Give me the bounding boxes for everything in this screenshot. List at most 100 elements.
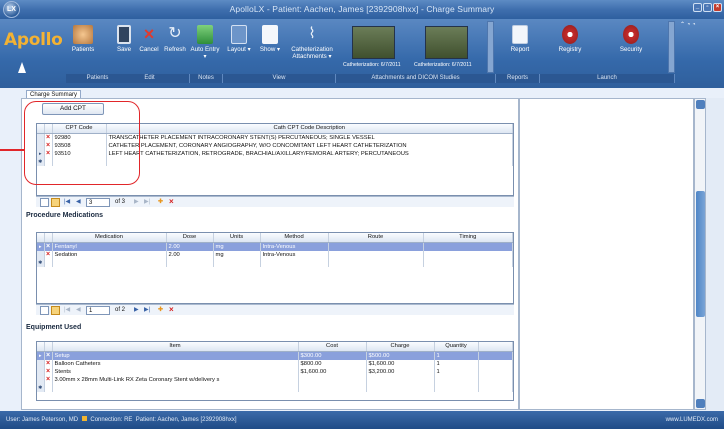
column-item[interactable]: Item — [52, 342, 299, 352]
dose-cell[interactable]: 2.00 — [166, 242, 214, 251]
new-row[interactable]: ✱ — [37, 258, 513, 267]
show-button[interactable]: Show ▾ — [254, 25, 286, 53]
column-route[interactable]: Route — [328, 233, 424, 243]
next-page-icon[interactable]: ▶ — [134, 198, 139, 207]
column-cpt-description[interactable]: Cath CPT Code Description — [106, 124, 513, 134]
medication-cell[interactable]: Fentanyl — [52, 242, 167, 251]
dose-cell[interactable]: 2.00 — [166, 250, 214, 259]
delete-row-icon[interactable]: × — [44, 367, 53, 376]
route-cell[interactable] — [328, 242, 424, 251]
column-cost[interactable]: Cost — [298, 342, 367, 352]
study-thumbnail-2[interactable] — [425, 26, 468, 59]
charge-cell[interactable]: $1,600.00 — [366, 359, 435, 368]
delete-record-icon[interactable]: × — [169, 197, 174, 206]
cost-cell[interactable] — [298, 375, 367, 384]
report-button[interactable]: Report — [503, 25, 537, 53]
save-button[interactable]: Save — [111, 25, 137, 53]
column-quantity[interactable]: Quantity — [434, 342, 479, 352]
study-thumbnail-1[interactable] — [352, 26, 395, 59]
study-label-2[interactable]: Catheterization: 6/7/2011 — [414, 62, 472, 68]
page-number-input[interactable]: 1 — [86, 306, 110, 315]
quantity-cell[interactable]: 1 — [434, 351, 479, 360]
delete-row-icon[interactable]: × — [44, 375, 53, 384]
page-number-input[interactable]: 3 — [86, 198, 110, 207]
security-button[interactable]: Security — [612, 25, 650, 53]
charge-cell[interactable]: $500.00 — [366, 351, 435, 360]
prev-page-icon[interactable]: ◀ — [76, 198, 81, 207]
delete-row-icon[interactable]: × — [44, 250, 53, 259]
cost-cell[interactable]: $1,600.00 — [298, 367, 367, 376]
item-cell[interactable]: 3.00mm x 28mm Multi-Link RX Zeta Coronar… — [52, 375, 299, 384]
column-dose[interactable]: Dose — [166, 233, 214, 243]
table-row[interactable]: ▸ × Setup $300.00 $500.00 1 — [37, 351, 513, 360]
last-page-icon[interactable]: ▶| — [144, 198, 150, 207]
route-cell[interactable] — [328, 250, 424, 259]
table-row[interactable]: × 3.00mm x 28mm Multi-Link RX Zeta Coron… — [37, 375, 513, 384]
item-cell[interactable]: Balloon Catheters — [52, 359, 299, 368]
column-timing[interactable]: Timing — [423, 233, 513, 243]
nav-page-icon[interactable] — [51, 306, 60, 315]
quantity-cell[interactable]: 1 — [434, 359, 479, 368]
quantity-cell[interactable] — [434, 375, 479, 384]
cost-cell[interactable]: $800.00 — [298, 359, 367, 368]
auto-entry-button[interactable]: Auto Entry ▾ — [189, 25, 221, 60]
studies-scrollbar[interactable] — [487, 21, 494, 73]
medication-cell[interactable]: Sedation — [52, 250, 167, 259]
table-row[interactable]: × Balloon Catheters $800.00 $1,600.00 1 — [37, 359, 513, 368]
method-cell[interactable]: Intra-Venous — [260, 242, 329, 251]
launch-scrollbar[interactable] — [668, 21, 675, 73]
delete-row-icon[interactable]: × — [44, 351, 53, 360]
table-row[interactable]: ▸ × Fentanyl 2.00 mg Intra-Venous — [37, 242, 513, 251]
vertical-scrollbar[interactable] — [694, 98, 706, 410]
nav-page-icon[interactable] — [51, 198, 60, 207]
cpt-desc-cell[interactable]: CATHETER PLACEMENT, CORONARY ANGIOGRAPHY… — [106, 141, 513, 150]
timing-cell[interactable] — [423, 242, 513, 251]
column-method[interactable]: Method — [260, 233, 329, 243]
new-row[interactable]: ✱ — [37, 383, 513, 392]
units-cell[interactable]: mg — [213, 242, 261, 251]
close-icon[interactable]: × — [713, 3, 722, 12]
refresh-button[interactable]: ↻ Refresh — [160, 25, 190, 53]
quantity-cell[interactable]: 1 — [434, 367, 479, 376]
catheterization-attachments-button[interactable]: ⌇ Catheterization Attachments ▾ — [288, 25, 336, 60]
scroll-up-icon[interactable] — [696, 100, 705, 109]
delete-row-icon[interactable]: × — [44, 359, 53, 368]
table-row[interactable]: × Stents $1,600.00 $3,200.00 1 — [37, 367, 513, 376]
cancel-button[interactable]: × Cancel — [136, 25, 162, 53]
table-row[interactable]: × Sedation 2.00 mg Intra-Venous — [37, 250, 513, 259]
cost-cell[interactable]: $300.00 — [298, 351, 367, 360]
help-controls[interactable]: ⌃ ◔ ◔ — [680, 21, 720, 30]
add-record-icon[interactable]: ✚ — [158, 306, 163, 315]
charge-cell[interactable]: $3,200.00 — [366, 367, 435, 376]
cpt-desc-cell[interactable]: LEFT HEART CATHETERIZATION, RETROGRADE, … — [106, 149, 513, 158]
units-cell[interactable]: mg — [213, 250, 261, 259]
timing-cell[interactable] — [423, 250, 513, 259]
scroll-thumb[interactable] — [696, 191, 705, 317]
method-cell[interactable]: Intra-Venous — [260, 250, 329, 259]
delete-row-icon[interactable]: × — [44, 242, 53, 251]
first-page-icon[interactable]: |◀ — [64, 198, 70, 207]
last-page-icon[interactable]: ▶| — [144, 306, 150, 315]
nav-record-icon[interactable] — [40, 198, 49, 207]
first-page-icon[interactable]: |◀ — [64, 306, 70, 315]
cpt-desc-cell[interactable]: TRANSCATHETER PLACEMENT INTRACORONARY ST… — [106, 133, 513, 142]
column-medication[interactable]: Medication — [52, 233, 167, 243]
item-cell[interactable]: Setup — [52, 351, 299, 360]
patients-button[interactable]: Patients — [66, 25, 100, 53]
delete-record-icon[interactable]: × — [169, 305, 174, 314]
equipment-title: Equipment Used — [26, 324, 82, 331]
charge-cell[interactable] — [366, 375, 435, 384]
column-units[interactable]: Units — [213, 233, 261, 243]
column-charge[interactable]: Charge — [366, 342, 435, 352]
registry-button[interactable]: Registry — [551, 25, 589, 53]
next-page-icon[interactable]: ▶ — [134, 306, 139, 315]
add-record-icon[interactable]: ✚ — [158, 198, 163, 207]
layout-button[interactable]: Layout ▾ — [223, 25, 255, 53]
nav-record-icon[interactable] — [40, 306, 49, 315]
prev-page-icon[interactable]: ◀ — [76, 306, 81, 315]
restore-icon[interactable]: ▫ — [703, 3, 712, 12]
item-cell[interactable]: Stents — [52, 367, 299, 376]
scroll-down-icon[interactable] — [696, 399, 705, 408]
study-label-1[interactable]: Catheterization: 6/7/2011 — [343, 62, 401, 68]
minimize-icon[interactable]: _ — [693, 3, 702, 12]
